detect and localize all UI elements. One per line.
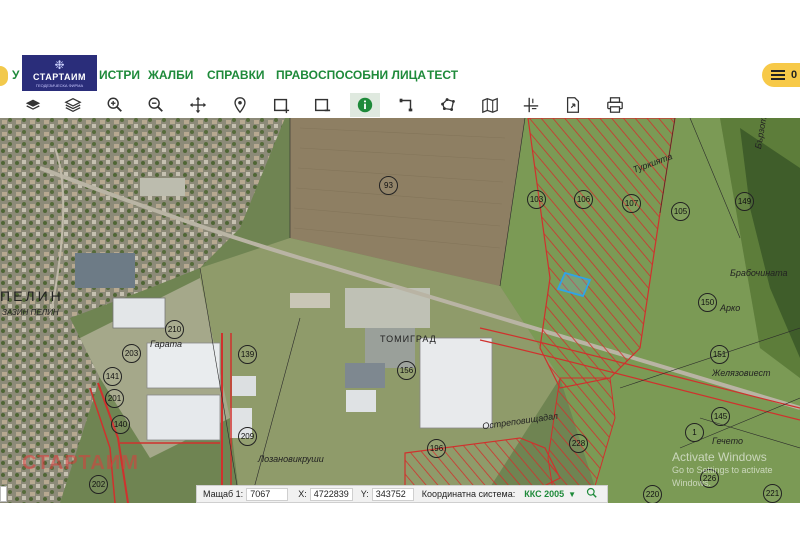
x-label: X: — [298, 489, 307, 499]
company-watermark: СТАРТАИМ — [22, 452, 139, 474]
parcel-number[interactable]: 150 — [698, 293, 717, 312]
brand-name: СТАРТАИМ — [33, 72, 86, 82]
activate-title: Activate Windows — [672, 450, 767, 464]
parcel-number[interactable]: 93 — [379, 176, 398, 195]
chevron-down-icon[interactable]: ▼ — [568, 490, 576, 499]
brand-logo[interactable]: ❉ СТАРТАИМ ГЕОДЕЗИЧЕСКА ФИРМА — [22, 55, 97, 91]
nav-item-complaints[interactable]: ЖАЛБИ — [148, 68, 193, 82]
activate-subtitle: Go to Settings to activate Windows. — [672, 465, 773, 488]
nav-item-u[interactable]: У — [12, 68, 19, 82]
map-status-bar: Мащаб 1: 7067 X: 4722839 Y: 343752 Коорд… — [196, 485, 608, 503]
nav-item-test[interactable]: ТЕСТ — [427, 68, 458, 82]
parcel-number[interactable]: 106 — [574, 190, 593, 209]
nav-item-registers[interactable]: ИСТРИ — [99, 68, 140, 82]
aerial-imagery — [0, 118, 800, 503]
parcel-number[interactable]: 103 — [527, 190, 546, 209]
nav-item-references[interactable]: СПРАВКИ — [207, 68, 265, 82]
parcel-number[interactable]: 209 — [238, 427, 257, 446]
menu-label: 0 — [791, 69, 798, 81]
crs-label: Координатна система: — [421, 489, 516, 499]
place-label: ПЕЛИН — [0, 288, 64, 304]
map-side-handle[interactable] — [0, 486, 7, 502]
parcel-number[interactable]: 220 — [643, 485, 662, 503]
coordinates-icon[interactable] — [516, 93, 546, 117]
parcel-number[interactable]: 140 — [111, 415, 130, 434]
place-label: Брабочината — [730, 268, 788, 278]
scale-label: Мащаб 1: — [203, 489, 244, 499]
parcel-number[interactable]: 141 — [103, 367, 122, 386]
parcel-number[interactable]: 105 — [671, 202, 690, 221]
parcel-number[interactable]: 139 — [238, 345, 257, 364]
menu-button[interactable]: 0 — [762, 63, 800, 87]
zoom-in-icon[interactable] — [100, 93, 130, 117]
parcel-number[interactable]: 107 — [622, 194, 641, 213]
parcel-number[interactable]: 145 — [711, 407, 730, 426]
search-icon[interactable] — [586, 487, 598, 501]
parcel-number[interactable]: 203 — [122, 344, 141, 363]
export-icon[interactable] — [558, 93, 588, 117]
place-label: Желязовиест — [712, 368, 771, 378]
location-pin-icon[interactable] — [225, 93, 255, 117]
place-label: Арко — [720, 303, 741, 313]
place-label: ЗАЗИН ПЕЛИН — [2, 308, 59, 317]
x-coordinate: 4722839 — [309, 487, 353, 501]
print-icon[interactable] — [600, 93, 630, 117]
hamburger-icon — [771, 70, 785, 80]
parcel-number[interactable]: 156 — [397, 361, 416, 380]
parcel-number[interactable]: 196 — [427, 439, 446, 458]
zoom-out-icon[interactable] — [141, 93, 171, 117]
place-label: Гарата — [150, 339, 183, 349]
parcel-number[interactable]: 201 — [105, 389, 124, 408]
layers-icon[interactable] — [58, 93, 88, 117]
select-rect-icon[interactable] — [266, 93, 296, 117]
activate-windows-notice: Activate Windows Go to Settings to activ… — [672, 451, 800, 490]
place-label: Гечето — [712, 436, 743, 446]
logo-emblem-icon: ❉ — [54, 58, 65, 72]
brand-tagline: ГЕОДЕЗИЧЕСКА ФИРМА — [35, 83, 84, 88]
polygon-icon[interactable] — [433, 93, 463, 117]
layers-stack-icon[interactable] — [18, 93, 48, 117]
parcel-number[interactable]: 202 — [89, 475, 108, 494]
info-icon[interactable] — [350, 93, 380, 117]
place-label: ТОМИГРАД — [380, 334, 437, 344]
parcel-number[interactable]: 1 — [685, 423, 704, 442]
y-coordinate: 343752 — [371, 487, 414, 501]
parcel-number[interactable]: 210 — [165, 320, 184, 339]
crs-select[interactable]: ККС 2005 — [524, 489, 564, 499]
map-icon[interactable] — [475, 93, 505, 117]
place-label: Лозановикруши — [258, 454, 324, 464]
parcel-number[interactable]: 151 — [710, 345, 729, 364]
map-canvas[interactable]: 93 103 106 107 105 149 150 151 210 139 2… — [0, 118, 800, 503]
y-label: Y: — [360, 489, 369, 499]
map-toolbar — [0, 92, 800, 118]
scale-input[interactable]: 7067 — [246, 487, 289, 501]
nav-item-licensed-persons[interactable]: ПРАВОСПОСОБНИ ЛИЦА — [276, 68, 426, 82]
parcel-number[interactable]: 228 — [569, 434, 588, 453]
parcel-number[interactable]: 149 — [735, 192, 754, 211]
pan-icon[interactable] — [183, 93, 213, 117]
select-rect-minus-icon[interactable] — [307, 93, 337, 117]
measure-angle-icon[interactable] — [391, 93, 421, 117]
